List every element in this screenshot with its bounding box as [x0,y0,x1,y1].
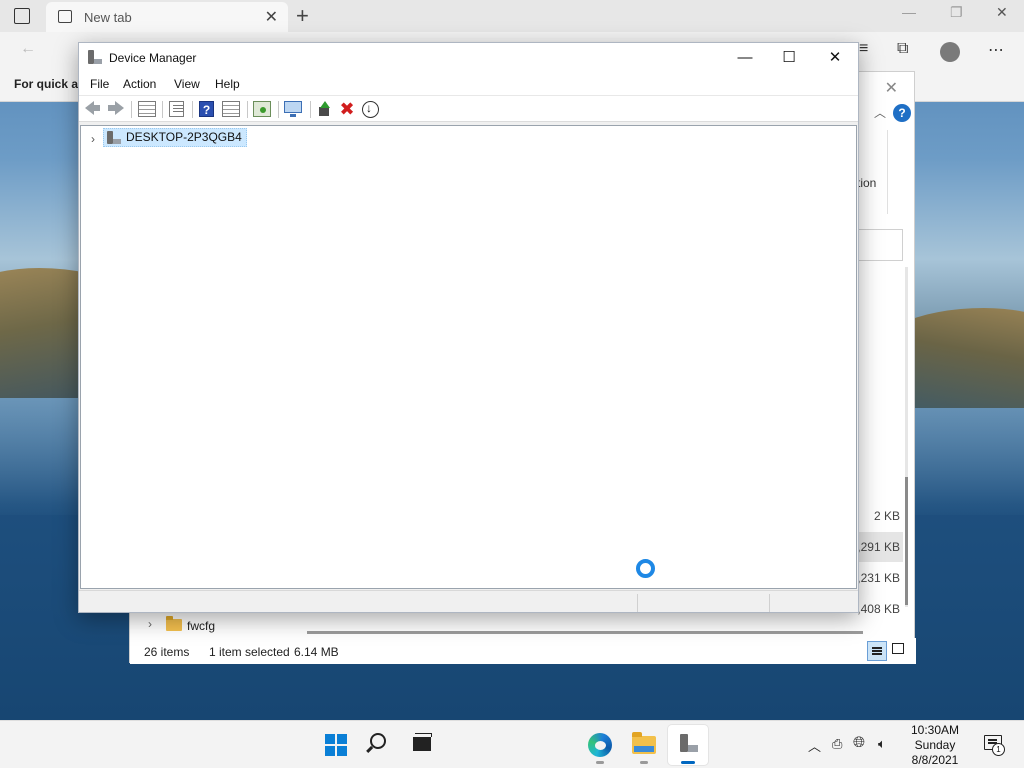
uninstall-device-icon[interactable]: ✖ [338,100,356,118]
window-title: Device Manager [109,51,197,65]
clock-time: 10:30AM [910,723,960,737]
properties-icon[interactable] [169,101,184,117]
menu-help[interactable]: Help [215,77,240,91]
tree-root-label: DESKTOP-2P3QGB4 [126,130,242,144]
tab-actions-icon[interactable] [14,8,30,24]
clock-date: 8/8/2021 [911,753,959,767]
item-count: 26 items [144,645,190,659]
file-explorer-icon [632,732,656,754]
browser-minimize-icon[interactable]: — [902,4,916,20]
clock[interactable]: 10:30AM Sunday 8/8/2021 [902,723,968,768]
show-action-pane-icon[interactable] [222,101,240,117]
more-icon[interactable]: ⋯ [988,40,1004,60]
running-indicator [640,761,648,764]
device-manager-icon [88,50,102,65]
ribbon-label: tion [857,176,877,190]
close-tab-icon[interactable]: ✕ [265,7,278,27]
loading-spinner-icon [636,559,655,578]
chevron-right-icon[interactable]: › [91,132,95,146]
explorer-help-icon[interactable]: ? [893,104,911,122]
toolbar: ? ✖ [79,95,858,122]
explorer-horizontal-scrollbar[interactable] [307,631,863,634]
forward-arrow-icon[interactable] [108,101,124,115]
details-view-button[interactable] [867,641,887,661]
active-indicator [681,761,695,764]
task-view-icon [413,733,432,751]
explorer-scroll-thumb[interactable] [905,477,908,605]
close-button[interactable]: ✕ [812,43,858,73]
explorer-close-icon[interactable]: ✕ [885,78,898,98]
toolbar-divider [310,101,311,118]
quick-links-text: For quick ac [14,77,85,91]
new-tab-button[interactable]: + [296,3,309,29]
selection-count: 1 item selected [209,645,290,659]
computer-icon [107,131,121,145]
status-pane-divider [769,594,770,612]
folder-icon [166,616,182,631]
folder-name: fwcfg [187,619,216,633]
browser-tab[interactable]: New tab ✕ [46,2,288,32]
menu-file[interactable]: File [90,77,109,91]
list-item[interactable]: › fwcfg [130,612,290,640]
ribbon-divider [887,130,888,214]
menu-view[interactable]: View [174,77,200,91]
browser-tab-title: New tab [84,10,132,25]
menu-action[interactable]: Action [123,77,156,91]
windows-logo-icon [325,734,347,756]
tree-root-node[interactable]: DESKTOP-2P3QGB4 [103,128,247,147]
minimize-button[interactable]: — [722,43,768,73]
device-manager-icon [680,734,698,754]
maximize-button[interactable]: ☐ [766,43,812,73]
browser-restore-icon[interactable]: ❐ [950,4,963,21]
back-arrow-icon[interactable] [85,101,100,115]
toolbar-divider [278,101,279,118]
toolbar-divider [131,101,132,118]
edge-taskbar-button[interactable] [580,725,620,765]
scan-hardware-icon[interactable] [253,101,271,117]
task-view-button[interactable] [402,725,442,765]
device-manager-window: Device Manager — ☐ ✕ File Action View He… [78,42,859,613]
status-pane-divider [637,594,638,612]
device-icon[interactable]: ⎙ [832,736,842,752]
file-explorer-taskbar-button[interactable] [624,725,664,765]
newtab-icon [58,10,72,23]
title-bar[interactable]: Device Manager — ☐ ✕ [79,43,858,73]
show-hide-console-tree-icon[interactable] [138,101,156,117]
toolbar-divider [247,101,248,118]
back-icon[interactable]: ← [20,40,36,58]
search-icon [370,733,386,749]
volume-muted-icon[interactable]: 🔈︎ [878,736,886,752]
profile-avatar[interactable] [940,42,960,62]
browser-close-icon[interactable]: ✕ [996,4,1008,21]
help-icon[interactable]: ? [199,101,214,117]
clock-day: Sunday [914,738,956,752]
notification-count-badge: 1 [992,743,1005,756]
explorer-statusbar: 26 items 1 item selected 6.14 MB [130,638,916,664]
selection-size: 6.14 MB [294,645,339,659]
update-driver-icon[interactable] [316,101,334,117]
favorites-icon[interactable]: ≡ [859,40,868,58]
toolbar-divider [162,101,163,118]
start-button[interactable] [316,725,356,765]
toolbar-divider [192,101,193,118]
show-hidden-icons-chevron-icon[interactable]: ︿ [808,736,821,755]
menu-bar: File Action View Help [79,73,858,95]
explorer-search-input[interactable] [858,229,903,261]
network-globe-icon[interactable]: 🌐︎ [853,734,865,751]
browser-tabstrip: New tab ✕ + — ❐ ✕ [0,0,1024,32]
edge-icon [588,733,612,757]
search-button[interactable] [360,725,400,765]
running-indicator [596,761,604,764]
large-icons-view-button[interactable] [892,643,904,654]
collections-icon[interactable]: ⧉ [897,40,908,58]
ribbon-collapse-icon[interactable]: ︿ [874,104,886,121]
enable-device-icon[interactable] [362,101,379,118]
chevron-right-icon[interactable]: › [148,617,152,631]
device-tree[interactable]: › DESKTOP-2P3QGB4 [80,125,857,589]
device-manager-taskbar-button[interactable] [668,725,708,765]
status-bar [79,590,858,612]
display-icon[interactable] [284,101,302,117]
taskbar: ︿ ⎙ 🌐︎ 🔈︎ 10:30AM Sunday 8/8/2021 1 [0,720,1024,768]
